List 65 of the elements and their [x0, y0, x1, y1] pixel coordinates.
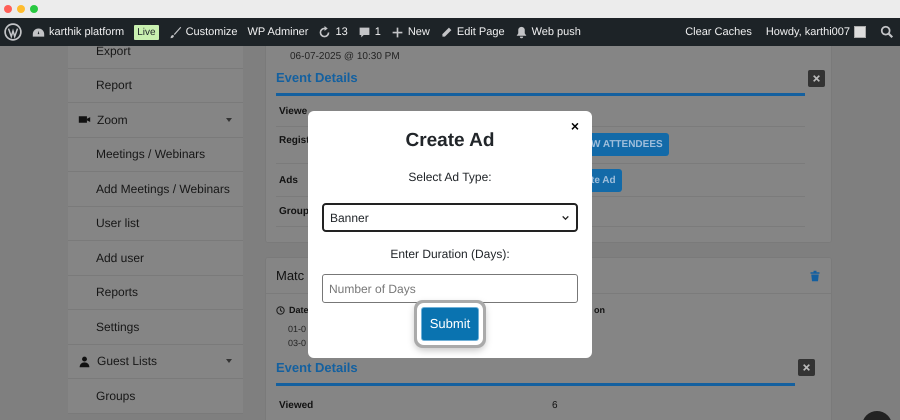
select-field[interactable]: Banner	[322, 203, 578, 232]
close-icon	[802, 363, 811, 372]
row-label: Viewe	[278, 104, 306, 118]
sidebar-item[interactable]: User list	[68, 206, 243, 241]
sidebar-item[interactable]: Add user	[68, 241, 243, 276]
comment-icon	[358, 26, 371, 38]
sidebar-item[interactable]: Zoom	[68, 103, 243, 138]
pencil-icon	[440, 26, 453, 38]
sidebar-item[interactable]: Meetings / Webinars	[68, 138, 243, 172]
number-input-field[interactable]: Number of Days	[322, 274, 578, 303]
admin-bar-item[interactable]: Clear Caches	[685, 24, 752, 40]
refresh-icon	[318, 26, 332, 38]
row-label: Group	[278, 205, 306, 219]
brush-icon	[168, 26, 182, 38]
caret-icon	[225, 116, 233, 124]
event-date: 06-07-2025 @ 10:30 PM	[289, 50, 401, 63]
close-button[interactable]: ×	[568, 119, 582, 133]
live-badge: Live	[134, 24, 159, 40]
bell-icon	[514, 26, 528, 38]
close-button[interactable]	[808, 70, 825, 86]
card-title: Matc	[276, 266, 304, 285]
admin-bar-item[interactable]: 13	[318, 24, 348, 40]
column-heading: on	[594, 304, 605, 317]
chevron-down-icon	[561, 213, 570, 222]
search-icon[interactable]	[880, 25, 894, 39]
wordpress-logo-icon	[4, 23, 22, 41]
field-label: Enter Duration (Days):	[389, 246, 511, 263]
row-label: Viewed	[278, 399, 314, 413]
action-button[interactable]: te Ad	[590, 168, 622, 192]
sidebar-item[interactable]: Settings	[68, 310, 243, 344]
admin-bar-item[interactable]: New	[390, 24, 430, 40]
column-heading: Date	[289, 304, 309, 317]
window-control-dot[interactable]	[30, 5, 38, 13]
plus-icon	[390, 26, 404, 38]
sidebar-item[interactable]: Groups	[68, 379, 243, 414]
row-label: Ads	[278, 174, 299, 188]
close-button[interactable]	[798, 359, 815, 376]
sidebar-item[interactable]: Export	[68, 46, 243, 68]
admin-bar-item[interactable]: Customize	[168, 24, 238, 40]
sidebar-item[interactable]: Reports	[68, 276, 243, 310]
window-control-dot[interactable]	[17, 5, 25, 13]
date-value: 03-0	[287, 336, 306, 350]
caret-icon	[225, 357, 233, 366]
admin-bar-item[interactable]: Edit Page	[440, 24, 505, 40]
admin-bar-item[interactable]: karthik platform	[32, 24, 124, 40]
person-icon	[78, 354, 91, 368]
admin-bar-item[interactable]: WP Adminer	[248, 24, 308, 40]
section-title: Event Details	[276, 69, 358, 88]
avatar-icon	[854, 26, 866, 38]
section-title: Event Details	[276, 358, 358, 377]
row-value: 6	[552, 399, 558, 413]
field-label: Select Ad Type:	[407, 169, 493, 186]
admin-bar-item[interactable]: 1	[358, 24, 381, 40]
date-value: 01-0	[287, 322, 306, 336]
admin-bar-item[interactable]: Web push	[514, 24, 581, 40]
sidebar-item[interactable]: Report	[68, 68, 243, 103]
close-icon	[812, 74, 821, 82]
row-label: Regist	[278, 134, 306, 148]
dashboard-icon	[32, 26, 45, 38]
window-control-dot[interactable]	[4, 5, 12, 13]
sidebar-item[interactable]: Add Meetings / Webinars	[68, 172, 243, 206]
modal-title: Create Ad	[405, 130, 495, 151]
clock-icon	[276, 306, 285, 316]
sidebar-item[interactable]: Guest Lists	[68, 344, 243, 379]
account-menu[interactable]: Howdy, karthi007	[766, 24, 866, 40]
